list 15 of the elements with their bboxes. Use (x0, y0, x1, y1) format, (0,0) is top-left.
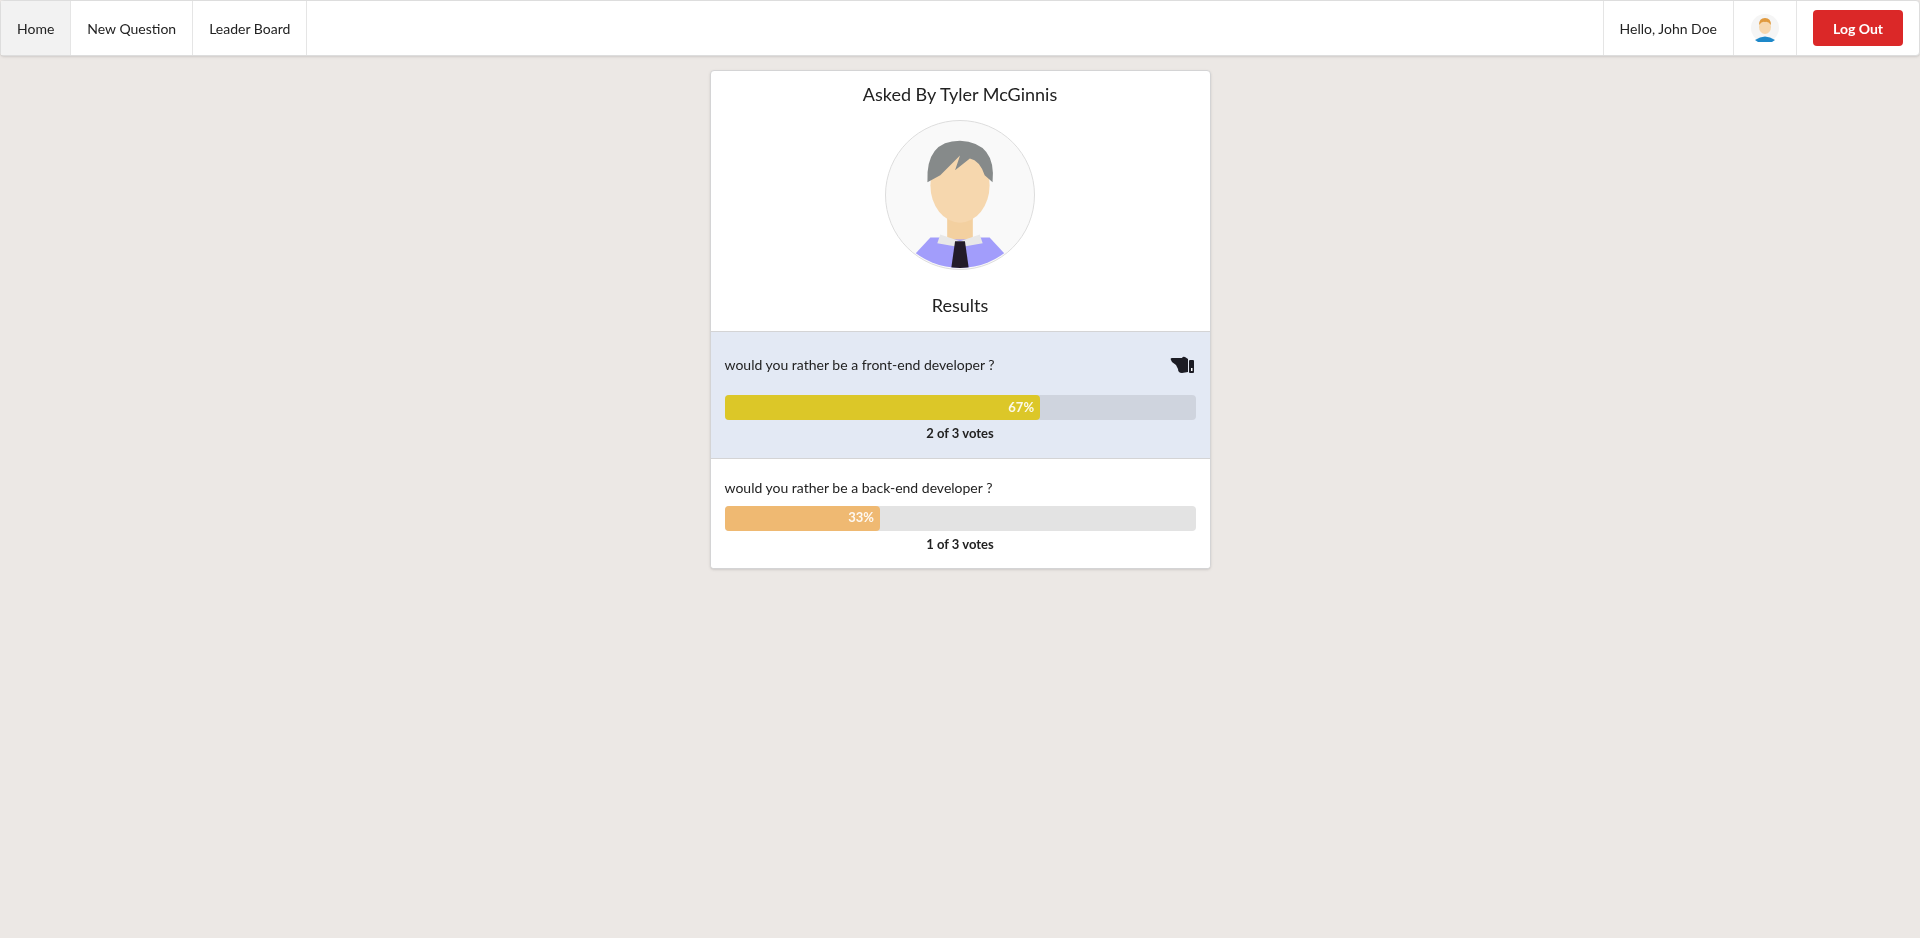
option-text: would you rather be a front-end developer ? (724, 355, 995, 375)
nav-tab[interactable]: New Question (71, 1, 194, 55)
pointing-hand-icon (1169, 355, 1196, 374)
percent-label: 67% (1008, 397, 1035, 417)
logout-button[interactable]: Log Out (1813, 10, 1903, 46)
results-heading: Results (931, 293, 989, 318)
avatar-icon (1750, 13, 1780, 43)
vote-count: 2 of 3 votes (925, 424, 995, 443)
user-greeting: Hello, John Doe (1602, 1, 1733, 55)
nav-tab[interactable]: Leader Board (193, 1, 308, 55)
percent-label: 33% (848, 508, 874, 528)
nav-tab[interactable]: Home (1, 1, 72, 55)
option-text: would you rather be a back-end developer ? (724, 477, 993, 498)
vote-count: 1 of 3 votes (925, 534, 995, 554)
card-title: Asked By Tyler McGinnis (862, 82, 1058, 107)
